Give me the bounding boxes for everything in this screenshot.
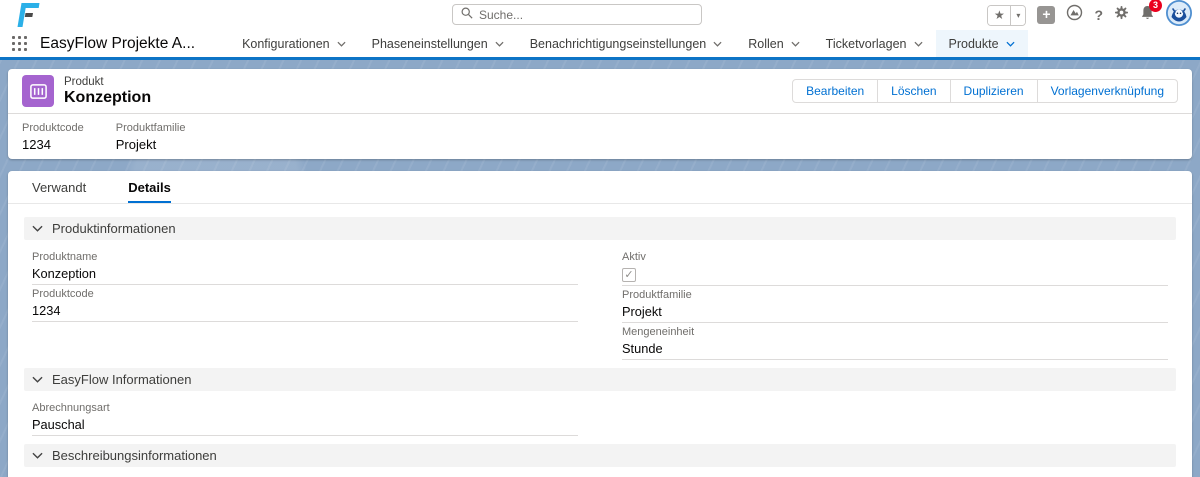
section-beschreibungsinformationen[interactable]: Beschreibungsinformationen: [24, 444, 1176, 467]
fields-column-right: Aktiv ✓ Produktfamilie Projekt Mengenein…: [622, 249, 1168, 363]
field-value: 1234: [32, 301, 578, 322]
global-search[interactable]: [452, 4, 702, 25]
chevron-down-icon[interactable]: [713, 41, 722, 47]
tab-details[interactable]: Details: [128, 171, 171, 203]
field-aktiv: Aktiv ✓: [622, 251, 1168, 286]
nav-tab-konfigurationen[interactable]: Konfigurationen: [229, 30, 359, 57]
section-produktinformationen[interactable]: Produktinformationen: [24, 217, 1176, 240]
highlight-value: Projekt: [116, 137, 186, 152]
section-collapse-chevron-icon[interactable]: [32, 225, 43, 232]
field-mengeneinheit: Mengeneinheit Stunde: [622, 326, 1168, 360]
highlight-label: Produktfamilie: [116, 122, 186, 134]
search-icon: [461, 6, 473, 24]
easyflow-logo: [15, 2, 40, 33]
record-entity-label: Produkt: [64, 76, 151, 88]
favorites-caret-icon[interactable]: ▾: [1010, 6, 1025, 25]
field-value: ✓: [622, 264, 1168, 286]
notifications-bell-icon[interactable]: 3: [1140, 5, 1155, 26]
search-input[interactable]: [479, 8, 693, 22]
record-detail-card: Verwandt Details Produktinformationen Pr…: [8, 171, 1192, 477]
nav-tab-produkte[interactable]: Produkte: [936, 30, 1028, 57]
favorites-control: ★ ▾: [987, 5, 1026, 26]
field-label: Produktname: [32, 251, 578, 264]
nav-tab-label: Rollen: [748, 37, 783, 51]
trailhead-icon[interactable]: [1066, 4, 1083, 26]
fields-column-left: Abrechnungsart Pauschal: [32, 400, 578, 439]
field-value: Pauschal: [32, 415, 578, 436]
nav-tab-phaseneinstellungen[interactable]: Phaseneinstellungen: [359, 30, 517, 57]
highlight-produktfamilie: Produktfamilie Projekt: [116, 122, 186, 152]
loeschen-button[interactable]: Löschen: [877, 79, 950, 103]
field-value: Konzeption: [32, 264, 578, 285]
user-avatar[interactable]: [1166, 0, 1192, 31]
chevron-down-icon[interactable]: [791, 41, 800, 47]
chevron-down-icon[interactable]: [495, 41, 504, 47]
chevron-down-icon[interactable]: [337, 41, 346, 47]
nav-tab-rollen[interactable]: Rollen: [735, 30, 812, 57]
app-launcher-icon[interactable]: [12, 36, 28, 52]
help-icon[interactable]: ?: [1094, 7, 1103, 23]
highlight-produktcode: Produktcode 1234: [22, 122, 84, 152]
fields-column-left: Produktname Konzeption Produktcode 1234: [32, 249, 578, 363]
notification-count-badge: 3: [1149, 0, 1162, 12]
tab-verwandt[interactable]: Verwandt: [32, 171, 86, 203]
field-value: Projekt: [622, 302, 1168, 323]
nav-tab-label: Benachrichtigungseinstellungen: [530, 37, 707, 51]
nav-tab-benachrichtigungseinstellungen[interactable]: Benachrichtigungseinstellungen: [517, 30, 736, 57]
chevron-down-icon[interactable]: [1006, 41, 1015, 47]
duplizieren-button[interactable]: Duplizieren: [950, 79, 1038, 103]
aktiv-checkbox[interactable]: ✓: [622, 268, 636, 282]
vorlagenverknuepfung-button[interactable]: Vorlagenverknüpfung: [1037, 79, 1178, 103]
field-produktcode: Produktcode 1234: [32, 288, 578, 322]
bearbeiten-button[interactable]: Bearbeiten: [792, 79, 878, 103]
field-label: Mengeneinheit: [622, 326, 1168, 339]
field-abrechnungsart: Abrechnungsart Pauschal: [32, 402, 578, 436]
nav-tabs: Konfigurationen Phaseneinstellungen Bena…: [229, 30, 1027, 57]
field-label: Produktfamilie: [622, 289, 1168, 302]
fields-column-right: [622, 400, 1168, 439]
nav-tab-label: Produkte: [949, 37, 999, 51]
nav-tab-ticketvorlagen[interactable]: Ticketvorlagen: [813, 30, 936, 57]
nav-tab-label: Konfigurationen: [242, 37, 330, 51]
field-label: Produktcode: [32, 288, 578, 301]
nav-tab-label: Phaseneinstellungen: [372, 37, 488, 51]
field-label: Aktiv: [622, 251, 1168, 264]
section-title: EasyFlow Informationen: [52, 372, 191, 387]
detail-tabs: Verwandt Details: [8, 171, 1192, 204]
product-record-icon: [22, 75, 54, 107]
section-collapse-chevron-icon[interactable]: [32, 376, 43, 383]
field-produktname: Produktname Konzeption: [32, 251, 578, 285]
app-name[interactable]: EasyFlow Projekte A...: [40, 35, 195, 53]
section-collapse-chevron-icon[interactable]: [32, 452, 43, 459]
highlight-value: 1234: [22, 137, 84, 152]
record-actions: Bearbeiten Löschen Duplizieren Vorlagenv…: [792, 79, 1178, 103]
global-header: ★ ▾ + ? 3: [0, 0, 1200, 30]
app-navigation-bar: EasyFlow Projekte A... Konfigurationen P…: [0, 30, 1200, 60]
nav-tab-label: Ticketvorlagen: [826, 37, 907, 51]
field-label: Abrechnungsart: [32, 402, 578, 415]
record-title: Konzeption: [64, 89, 151, 107]
section-title: Beschreibungsinformationen: [52, 448, 217, 463]
global-actions-plus-icon[interactable]: +: [1037, 6, 1055, 24]
record-highlights-card: Produkt Konzeption Bearbeiten Löschen Du…: [8, 69, 1192, 159]
section-easyflow-informationen[interactable]: EasyFlow Informationen: [24, 368, 1176, 391]
field-produktfamilie: Produktfamilie Projekt: [622, 289, 1168, 323]
page-background: Produkt Konzeption Bearbeiten Löschen Du…: [0, 60, 1200, 477]
favorite-star-icon[interactable]: ★: [988, 6, 1010, 25]
chevron-down-icon[interactable]: [914, 41, 923, 47]
section-title: Produktinformationen: [52, 221, 176, 236]
setup-gear-icon[interactable]: [1114, 5, 1129, 25]
field-value: Stunde: [622, 339, 1168, 360]
highlight-label: Produktcode: [22, 122, 84, 134]
